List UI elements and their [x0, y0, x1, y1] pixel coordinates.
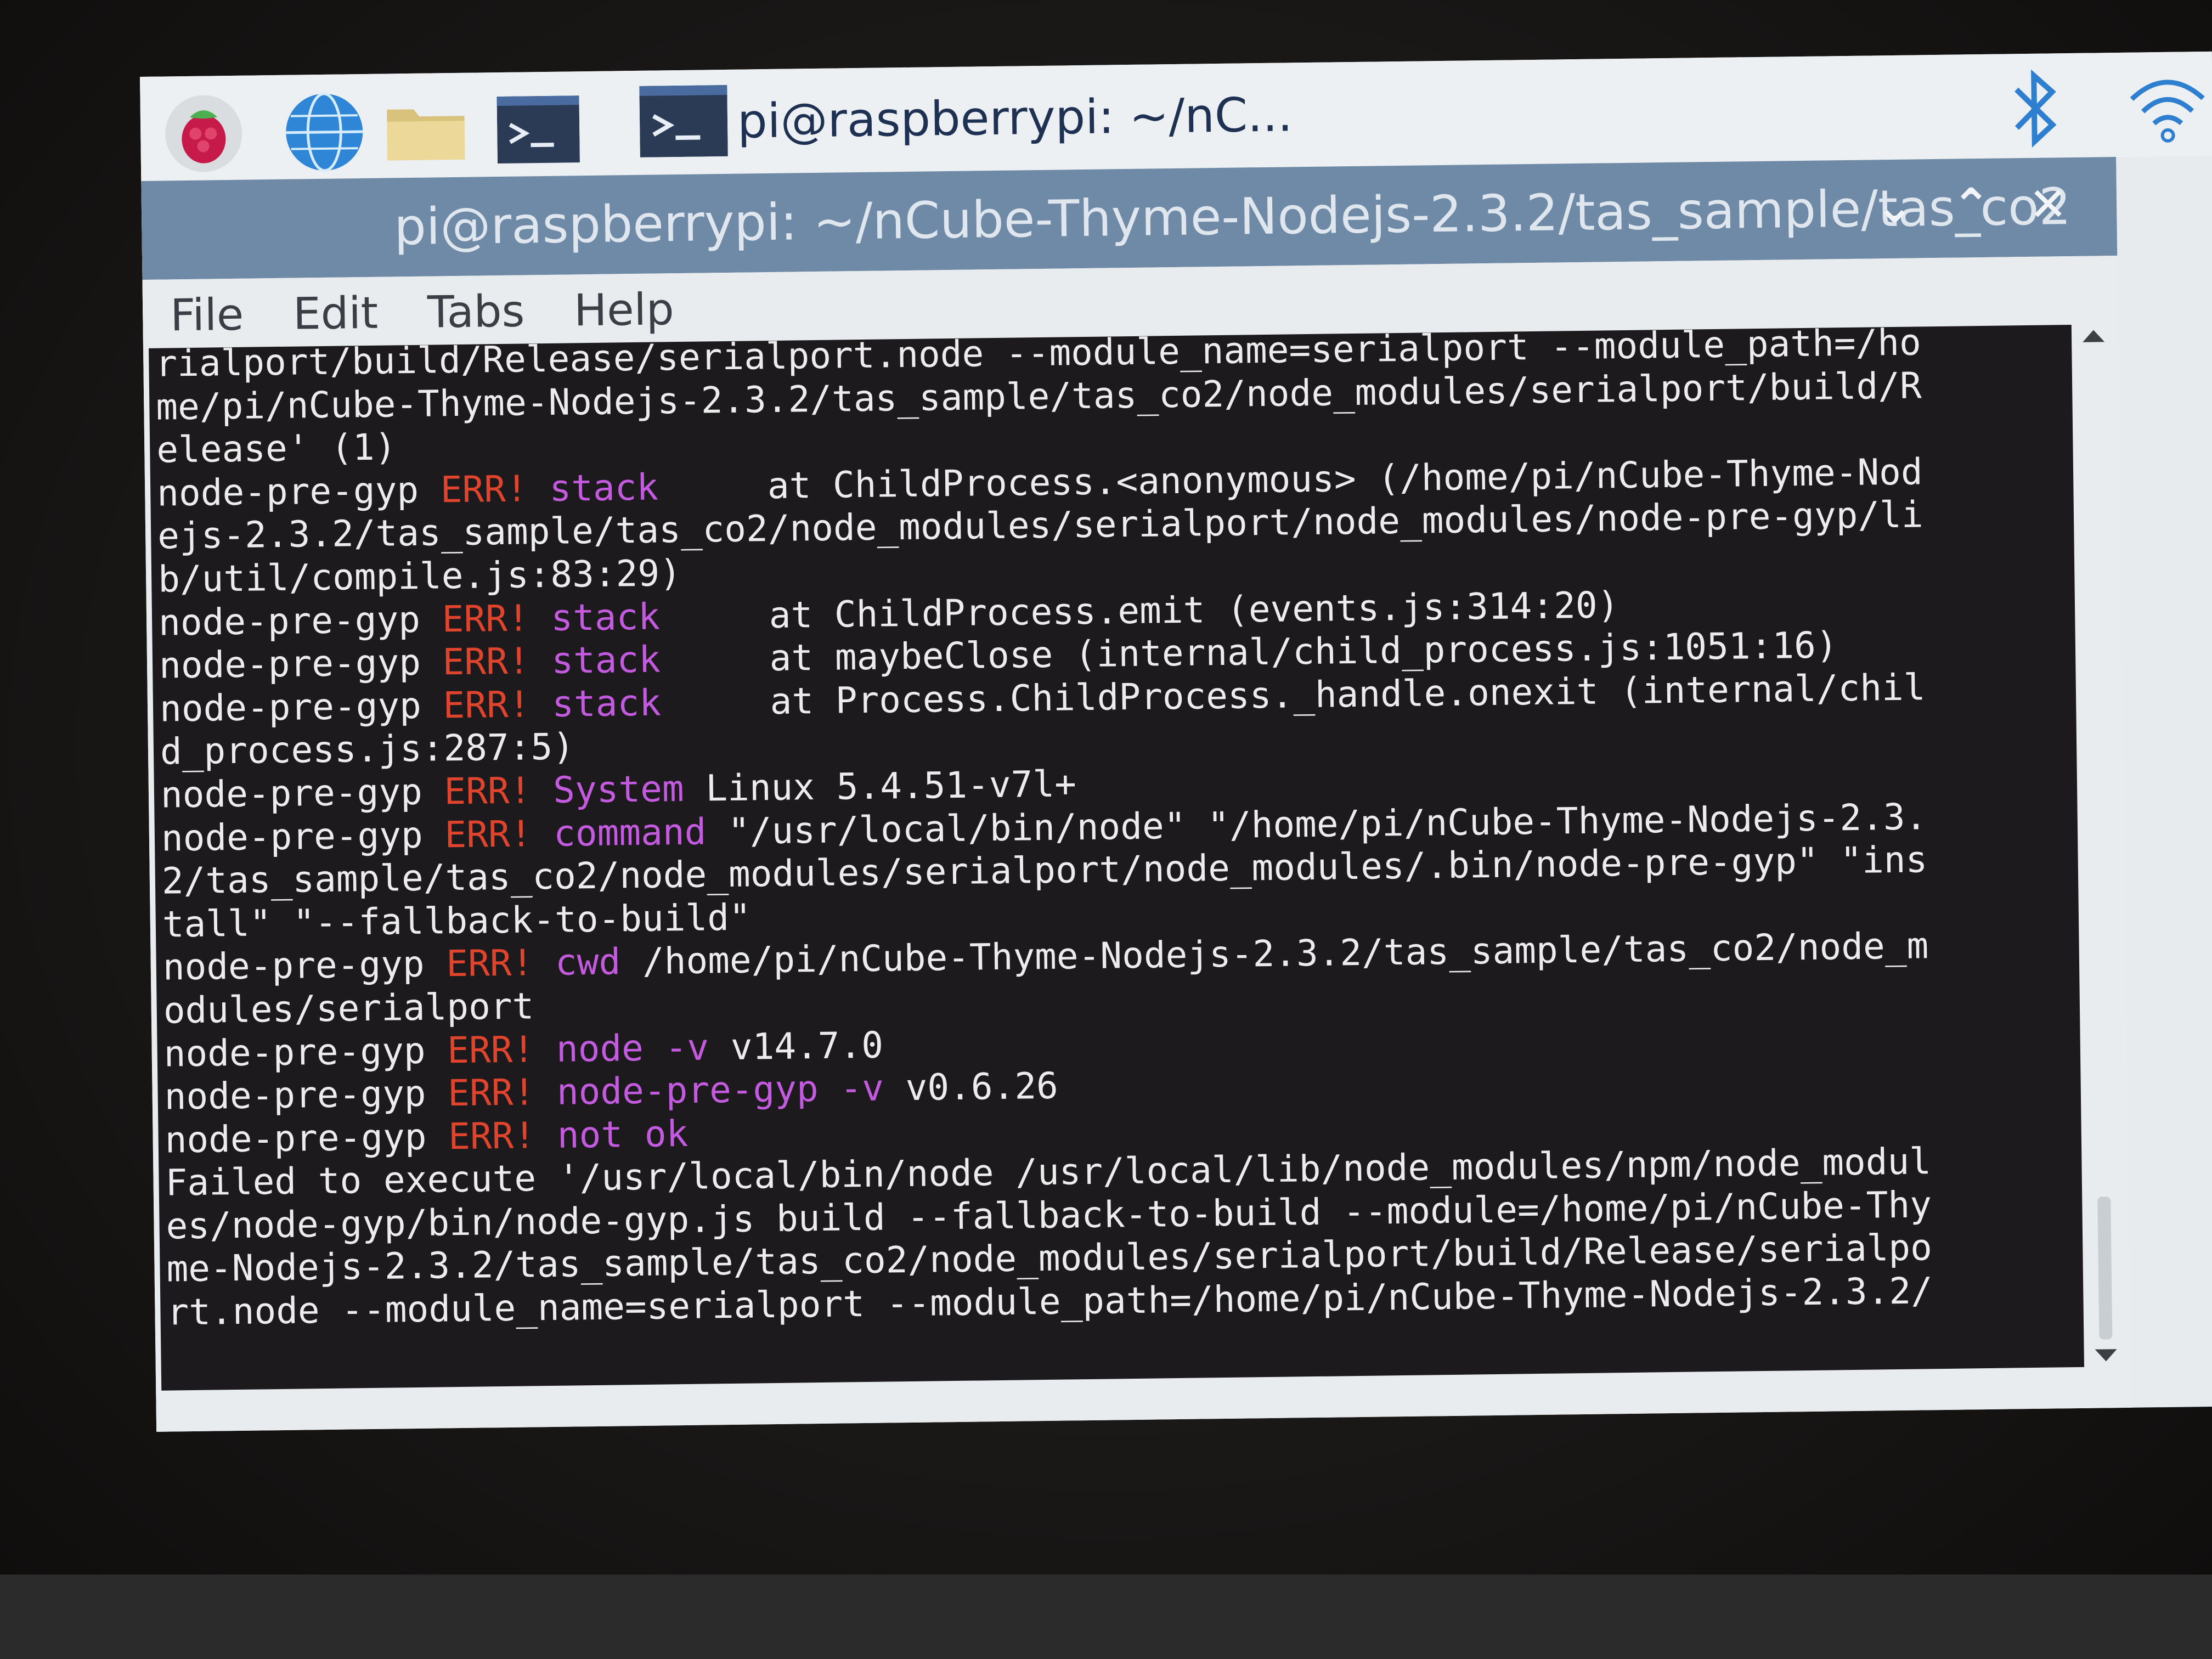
terminal-icon[interactable] — [496, 88, 580, 171]
terminal-segment: System — [531, 767, 685, 812]
terminal-segment: stack — [529, 595, 661, 639]
terminal-text: rialport/build/Release/serialport.node -… — [155, 325, 1933, 1334]
window-title: pi@raspberrypi: ~/nCube-Thyme-Nodejs-2.3… — [393, 177, 2072, 257]
error-tag: ERR! — [448, 1114, 536, 1158]
error-tag: ERR! — [444, 769, 532, 813]
terminal-segment: d_process.js:287:5) — [160, 725, 575, 773]
taskbar-window-button[interactable]: pi@raspberrypi: ~/nC... — [628, 75, 1293, 164]
error-tag: ERR! — [444, 812, 532, 856]
minimize-button[interactable]: ⌄ — [1864, 176, 1925, 236]
scrollbar-thumb[interactable] — [2097, 1197, 2113, 1340]
terminal-window: pi@raspberrypi: ~/nCube-Thyme-Nodejs-2.3… — [141, 157, 2131, 1432]
menu-edit[interactable]: Edit — [293, 287, 379, 339]
terminal-segment: node-pre-gyp — [159, 684, 444, 730]
terminal-segment: odules/serialport — [163, 985, 534, 1032]
terminal-segment: stack — [527, 466, 659, 510]
terminal-segment: stack — [530, 681, 662, 726]
screen: pi@raspberrypi: ~/nC... pi@raspberrypi: … — [140, 51, 2212, 1432]
terminal-segment: node-pre-gyp — [158, 597, 443, 644]
terminal-segment: b/util/compile.js:83:29) — [157, 551, 682, 601]
terminal-segment: node-pre-gyp — [162, 943, 447, 989]
maximize-button[interactable]: ⌃ — [1940, 175, 2001, 236]
file-manager-folder-icon[interactable] — [384, 89, 467, 173]
terminal-segment: node-pre-gyp — [164, 1072, 448, 1118]
terminal-segment: Linux 5.4.51-v7l+ — [684, 763, 1077, 810]
terminal-segment: command — [531, 810, 707, 855]
error-tag: ERR! — [442, 640, 531, 684]
terminal-segment: cwd — [533, 940, 621, 984]
bluetooth-icon[interactable] — [2005, 64, 2067, 155]
terminal-output[interactable]: rialport/build/Release/serialport.node -… — [149, 325, 2084, 1391]
error-tag: ERR! — [445, 941, 534, 985]
terminal-segment: not ok — [535, 1112, 689, 1157]
terminal-segment: v14.7.0 — [708, 1024, 884, 1068]
terminal-segment: node-pre-gyp — [163, 1029, 448, 1075]
terminal-segment: node-pre-gyp — [161, 813, 445, 860]
menu-tabs[interactable]: Tabs — [427, 285, 525, 337]
terminal-segment: node-pre-gyp — [165, 1115, 449, 1161]
monitor-bezel — [0, 1575, 2212, 1659]
close-button[interactable]: ✕ — [2017, 174, 2078, 235]
scroll-up-arrow-icon[interactable] — [2082, 330, 2105, 342]
terminal-scrollbar[interactable] — [2076, 324, 2123, 1367]
error-tag: ERR! — [447, 1028, 535, 1071]
error-tag: ERR! — [442, 596, 530, 640]
terminal-segment: node-pre-gyp — [160, 770, 444, 816]
terminal-segment: elease' (1) — [156, 426, 397, 471]
terminal-segment: node -v — [534, 1025, 709, 1070]
terminal-segment: tall" "--fallback-to-build" — [162, 896, 752, 946]
terminal-segment: node-pre-gyp — [156, 469, 441, 515]
scroll-down-arrow-icon[interactable] — [2095, 1349, 2117, 1362]
taskbar-window-label: pi@raspberrypi: ~/nC... — [737, 87, 1293, 149]
web-browser-globe-icon[interactable] — [283, 91, 366, 174]
error-tag: ERR! — [443, 683, 531, 727]
menu-file[interactable]: File — [170, 289, 244, 341]
wifi-icon[interactable] — [2126, 68, 2209, 148]
raspberry-menu-icon[interactable] — [162, 92, 245, 176]
error-tag: ERR! — [440, 467, 528, 511]
terminal-segment: v0.6.26 — [883, 1064, 1059, 1109]
terminal-segment: node-pre-gyp -v — [534, 1066, 884, 1114]
terminal-segment: stack — [529, 638, 661, 682]
terminal-segment: node-pre-gyp — [159, 641, 443, 687]
menu-help[interactable]: Help — [574, 284, 675, 336]
error-tag: ERR! — [447, 1071, 535, 1115]
terminal-icon — [639, 84, 728, 160]
